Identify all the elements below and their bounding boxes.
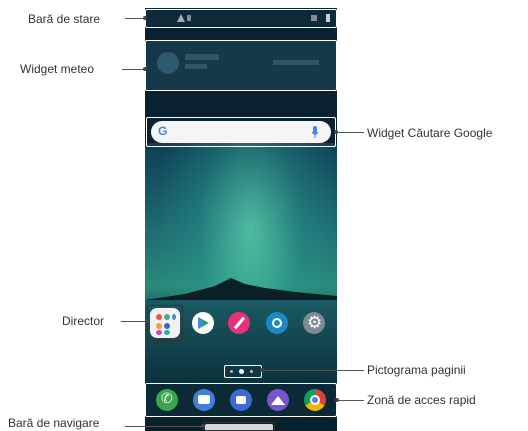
settings-icon[interactable]: ⚙ xyxy=(303,312,325,334)
leader-dot-status-bar xyxy=(143,16,147,20)
label-folder: Director xyxy=(62,314,105,328)
leader-dot-navigation-bar xyxy=(201,424,205,428)
search-widget-outline xyxy=(146,117,336,147)
leader-google-search xyxy=(336,132,364,133)
browser-ring xyxy=(272,318,282,328)
label-navigation-bar: Bară de navigare xyxy=(8,416,100,430)
status-bar-outline xyxy=(145,9,337,28)
pen-shape xyxy=(233,316,246,330)
weather-widget-outline xyxy=(145,40,337,91)
play-triangle xyxy=(198,317,209,329)
label-quick-access: Zonă de acces rapid xyxy=(367,393,476,407)
leader-dot-page-icon xyxy=(260,368,264,372)
label-page-icon: Pictograma paginii xyxy=(367,363,466,377)
play-store-icon[interactable] xyxy=(192,312,214,334)
leader-dot-quick-access xyxy=(335,398,339,402)
leader-navigation-bar xyxy=(125,426,203,427)
label-google-search: Widget Căutare Google xyxy=(367,126,493,140)
leader-dot-folder xyxy=(145,319,149,323)
leader-folder xyxy=(121,321,147,322)
page-indicator-outline xyxy=(224,365,262,378)
navigation-bar-outline xyxy=(203,422,275,431)
leader-dot-google-search xyxy=(334,130,338,134)
leader-dot-weather-widget xyxy=(143,67,147,71)
leader-status-bar xyxy=(125,18,145,19)
gear-glyph: ⚙ xyxy=(307,313,323,333)
leader-quick-access xyxy=(337,400,364,401)
label-status-bar: Bară de stare xyxy=(28,12,101,26)
label-weather-widget: Widget meteo xyxy=(20,62,95,76)
browser-icon[interactable] xyxy=(266,312,288,334)
dock-outline xyxy=(145,383,337,417)
folder-outline xyxy=(147,305,183,341)
notes-icon[interactable] xyxy=(228,312,250,334)
leader-page-icon xyxy=(262,370,364,371)
